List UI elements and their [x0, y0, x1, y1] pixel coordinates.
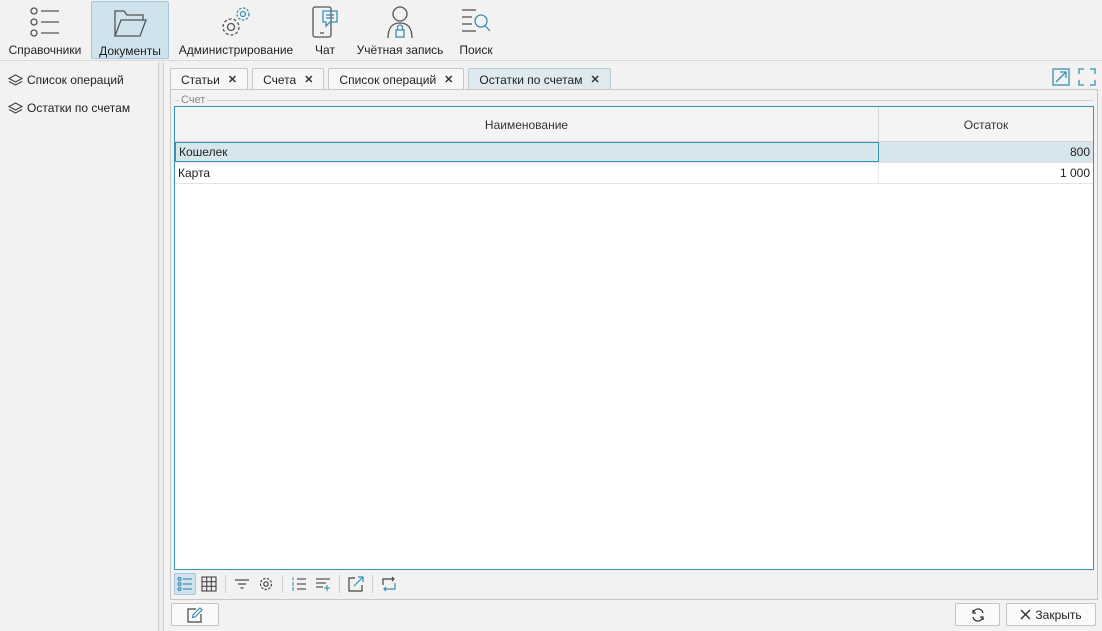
cell-balance: 1 000 — [1059, 166, 1090, 180]
nav-documents-button[interactable]: Документы — [91, 1, 169, 59]
sidebar-item-operations-list[interactable]: Список операций — [8, 70, 124, 90]
tab-label: Список операций — [339, 72, 437, 87]
folder-icon — [113, 6, 147, 40]
cell-name: Кошелек — [175, 142, 879, 162]
table-row[interactable]: Кошелек 800 — [175, 142, 1093, 163]
close-button-label: Закрыть — [1035, 607, 1082, 622]
tab-label: Остатки по счетам — [479, 72, 583, 87]
tab-strip: Статьи ✕ Счета ✕ Список операций ✕ Остат… — [170, 68, 611, 90]
close-icon[interactable]: ✕ — [590, 73, 599, 86]
layers-icon — [8, 101, 23, 115]
close-icon[interactable]: ✕ — [444, 73, 453, 86]
cell-balance: 800 — [879, 142, 1093, 162]
table-row[interactable]: Карта 1 000 — [175, 163, 1093, 184]
sidebar: Список операций Остатки по счетам — [0, 62, 158, 631]
nav-label: Чат — [315, 43, 335, 57]
toolbar-separator — [339, 575, 340, 593]
settings-button[interactable] — [255, 573, 277, 595]
numbered-list-icon — [291, 576, 307, 592]
numbered-list-button[interactable] — [288, 573, 310, 595]
transfer-button[interactable] — [378, 573, 400, 595]
close-icon[interactable]: ✕ — [228, 73, 237, 86]
tab-accounts[interactable]: Счета ✕ — [252, 68, 325, 90]
user-lock-icon — [383, 5, 417, 39]
top-toolbar: Справочники Документы Администрирование … — [0, 0, 1102, 61]
toolbar-separator — [225, 575, 226, 593]
cell-name: Карта — [175, 163, 879, 183]
bottom-bar: Закрыть — [170, 602, 1098, 628]
close-icon — [1020, 609, 1031, 620]
refresh-button[interactable] — [955, 603, 1000, 626]
refresh-icon — [971, 607, 985, 622]
external-link-icon — [348, 576, 364, 592]
chat-phone-icon — [308, 5, 342, 39]
grid-icon — [201, 576, 217, 592]
swap-arrows-icon — [380, 576, 398, 592]
column-header-balance[interactable]: Остаток — [879, 107, 1093, 142]
filter-button[interactable] — [231, 573, 253, 595]
group-label: Счет — [179, 94, 208, 106]
close-button[interactable]: Закрыть — [1006, 603, 1096, 626]
nav-search-button[interactable]: Поиск — [452, 1, 500, 59]
edit-button[interactable] — [171, 603, 219, 626]
export-button[interactable] — [345, 573, 367, 595]
table-header: Наименование Остаток — [175, 107, 1093, 142]
nav-label: Справочники — [8, 43, 82, 57]
edit-icon — [187, 606, 203, 623]
tab-label: Счета — [263, 72, 297, 87]
nav-label: Поиск — [459, 43, 493, 57]
nav-account-button[interactable]: Учётная запись — [354, 1, 446, 59]
list-icon — [28, 5, 62, 39]
sidebar-item-label: Список операций — [27, 73, 124, 87]
nav-references-button[interactable]: Справочники — [4, 1, 86, 59]
list-view-icon — [177, 576, 193, 592]
account-balances-panel: Счет Наименование Остаток Кошелек 800 Ка… — [170, 90, 1098, 600]
search-list-icon — [459, 5, 493, 39]
add-sort-button[interactable] — [312, 573, 334, 595]
close-icon[interactable]: ✕ — [304, 73, 313, 86]
open-in-new-window-icon[interactable] — [1052, 68, 1070, 86]
tab-operations-list[interactable]: Список операций ✕ — [328, 68, 465, 90]
filter-icon — [234, 576, 250, 592]
nav-label: Учётная запись — [356, 43, 444, 57]
balances-table: Наименование Остаток Кошелек 800 Карта 1… — [174, 106, 1094, 570]
grid-view-button[interactable] — [198, 573, 220, 595]
column-header-name[interactable]: Наименование — [175, 107, 879, 142]
tab-articles[interactable]: Статьи ✕ — [170, 68, 249, 90]
window-controls — [1052, 68, 1096, 86]
gears-icon — [219, 5, 253, 39]
group-divider — [175, 100, 1093, 101]
nav-chat-button[interactable]: Чат — [304, 1, 346, 59]
layers-icon — [8, 73, 23, 87]
table-toolbar — [174, 572, 400, 596]
nav-administration-button[interactable]: Администрирование — [176, 1, 296, 59]
tab-label: Статьи — [181, 72, 220, 87]
nav-label: Документы — [99, 44, 161, 58]
main-area: Статьи ✕ Счета ✕ Список операций ✕ Остат… — [164, 62, 1102, 631]
list-view-button[interactable] — [174, 573, 196, 595]
sidebar-item-account-balances[interactable]: Остатки по счетам — [8, 98, 130, 118]
tab-account-balances[interactable]: Остатки по счетам ✕ — [468, 68, 611, 90]
toolbar-separator — [372, 575, 373, 593]
toolbar-separator — [282, 575, 283, 593]
sort-add-icon — [315, 576, 331, 592]
nav-label: Администрирование — [178, 43, 294, 57]
maximize-icon[interactable] — [1078, 68, 1096, 86]
gear-icon — [258, 576, 274, 592]
sidebar-item-label: Остатки по счетам — [27, 101, 131, 115]
